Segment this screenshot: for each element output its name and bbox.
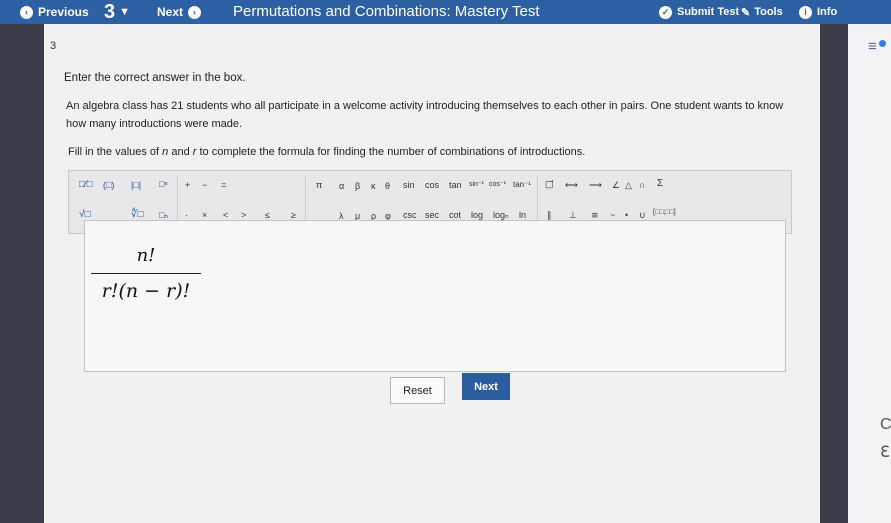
parentheses-button[interactable]: (□) (103, 180, 114, 190)
fill-prefix: Fill in the values of (68, 146, 163, 158)
equals-button[interactable]: = (221, 180, 226, 190)
chevron-right-icon: › (188, 5, 202, 19)
fill-instruction: Fill in the values of n and r to complet… (68, 146, 585, 158)
cot-button[interactable]: cot (449, 210, 461, 220)
info-button[interactable]: i Info (799, 0, 837, 24)
chevron-down-icon: ▼ (119, 6, 131, 18)
question-paragraph: An algebra class has 21 students who all… (66, 100, 784, 130)
answer-box[interactable]: n! r!(n − r)! (84, 220, 786, 372)
theta-button[interactable]: θ (385, 181, 390, 191)
summation-button[interactable]: Σ (657, 178, 663, 189)
menu-icon[interactable]: ≡ (868, 38, 877, 55)
next-button[interactable]: Next (462, 373, 510, 400)
question-number: 3 (104, 0, 116, 23)
alpha-button[interactable]: α (339, 181, 344, 191)
info-icon: i (799, 5, 812, 19)
pi-button[interactable]: π (316, 180, 322, 190)
triangle-button[interactable]: △ (625, 180, 632, 191)
question-panel: 3 Enter the correct answer in the box. A… (44, 24, 820, 523)
fraction-button[interactable]: □⁄□ (79, 179, 93, 190)
submit-test-label: Submit Test (677, 6, 740, 18)
ray-button[interactable]: ⟶ (589, 180, 602, 191)
nth-root-button[interactable]: ∜□ (131, 209, 143, 220)
similar-button[interactable]: ~ (610, 210, 615, 220)
less-equal-button[interactable]: ≤ (265, 210, 270, 220)
plus-button[interactable]: + (185, 180, 190, 190)
submit-test-button[interactable]: ✓ Submit Test (659, 0, 739, 24)
intersection-button[interactable]: ∩ (639, 180, 645, 190)
ln-button[interactable]: ln (519, 210, 526, 220)
next-nav-button[interactable]: Next › (157, 0, 202, 24)
previous-button[interactable]: ‹ Previous (20, 0, 89, 24)
check-icon: ✓ (659, 5, 672, 19)
tan-button[interactable]: tan (449, 180, 462, 190)
times-button[interactable]: × (202, 210, 207, 220)
formula-denominator[interactable]: r!(n − r)! (91, 280, 201, 302)
question-selector[interactable]: 3 ▼ (104, 0, 130, 24)
greater-equal-button[interactable]: ≥ (291, 210, 296, 220)
vector-button[interactable]: □⃗ (545, 179, 554, 190)
greater-than-button[interactable]: > (241, 210, 246, 220)
partial-icon-bottom: ℇ (880, 444, 890, 461)
partial-icon-top: C (880, 416, 891, 433)
tools-button[interactable]: ✎ Tools (741, 0, 783, 24)
reset-button[interactable]: Reset (390, 377, 445, 404)
right-side-panel: ≡ C ℇ (848, 24, 891, 523)
combination-formula: n! r!(n − r)! (91, 225, 201, 302)
arccos-button[interactable]: cos⁻¹ (489, 180, 506, 188)
beta-button[interactable]: β (355, 181, 360, 191)
next-nav-label: Next (157, 5, 184, 19)
notification-dot-icon (879, 40, 886, 47)
previous-label: Previous (38, 5, 89, 19)
bullet-button[interactable]: • (625, 210, 628, 220)
sec-button[interactable]: sec (425, 210, 439, 220)
arctan-button[interactable]: tan⁻¹ (513, 180, 531, 189)
info-label: Info (817, 6, 838, 18)
log-button[interactable]: log (471, 210, 483, 220)
chevron-left-icon: ‹ (20, 5, 33, 19)
page-title: Permutations and Combinations: Mastery T… (233, 3, 540, 20)
line-button[interactable]: ⟷ (565, 180, 578, 191)
less-than-button[interactable]: < (223, 210, 228, 220)
formula-numerator[interactable]: n! (91, 225, 201, 270)
csc-button[interactable]: csc (403, 210, 417, 220)
square-root-button[interactable]: √□ (79, 209, 91, 220)
kappa-button[interactable]: κ (371, 181, 376, 191)
sin-button[interactable]: sin (403, 180, 415, 190)
question-prompt: Enter the correct answer in the box. (64, 72, 246, 84)
exponent-button[interactable]: □ⁿ (159, 179, 168, 189)
dot-button[interactable]: · (185, 210, 188, 220)
fill-and: and (168, 146, 193, 158)
angle-button[interactable]: ∠ (612, 180, 620, 191)
cos-button[interactable]: cos (425, 180, 439, 190)
fill-suffix: to complete the formula for finding the … (196, 146, 586, 158)
tools-label: Tools (754, 6, 783, 18)
arcsin-button[interactable]: sin⁻¹ (469, 180, 484, 188)
matrix-button[interactable]: [□□;□□] (653, 209, 676, 216)
top-nav-bar: ‹ Previous 3 ▼ Next › Permutations and C… (0, 0, 891, 24)
wrench-icon: ✎ (741, 6, 751, 19)
fraction-bar (91, 273, 201, 274)
absolute-value-button[interactable]: |□| (131, 180, 141, 190)
question-number-label: 3 (50, 40, 57, 52)
minus-button[interactable]: − (202, 180, 207, 190)
